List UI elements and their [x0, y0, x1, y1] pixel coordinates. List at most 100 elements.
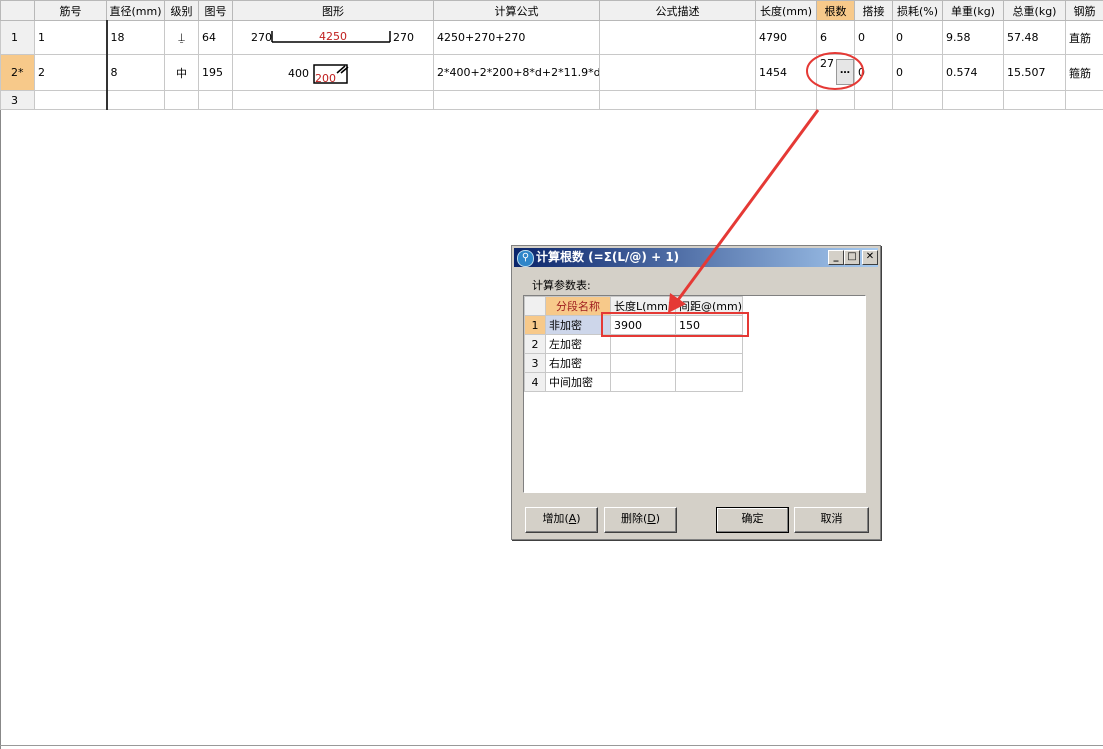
- params-row[interactable]: 2 左加密: [524, 334, 744, 354]
- segment-name[interactable]: 右加密: [545, 353, 611, 373]
- segment-length[interactable]: [610, 334, 676, 354]
- close-button[interactable]: ✕: [862, 250, 878, 265]
- dialog-title-bar[interactable]: ⚲ 计算根数 (=Σ(L/@) + 1) _ □ ✕: [514, 248, 878, 267]
- segment-length[interactable]: [610, 353, 676, 373]
- ok-button[interactable]: 确定: [716, 507, 789, 533]
- table-row[interactable]: 1 1 18 ⍊ 64 270 4250 270 4250+270+270 47…: [0, 20, 1103, 55]
- add-button-key: A: [568, 512, 577, 525]
- header-loss[interactable]: 损耗(%): [892, 0, 943, 21]
- cell-loss[interactable]: 0: [892, 54, 943, 91]
- params-row[interactable]: 4 中间加密: [524, 372, 744, 392]
- cell-type[interactable]: 箍筋: [1065, 54, 1103, 91]
- segment-spacing[interactable]: 150: [674, 315, 744, 335]
- cell-total-weight[interactable]: 15.507: [1003, 54, 1066, 91]
- cell-type[interactable]: [1065, 90, 1103, 110]
- ellipsis-button[interactable]: …: [836, 59, 854, 85]
- params-row-number[interactable]: 4: [524, 372, 546, 392]
- cell-length[interactable]: [755, 90, 817, 110]
- cell-fig-no[interactable]: [198, 90, 233, 110]
- segment-length[interactable]: 3900: [610, 315, 676, 335]
- table-row[interactable]: 2* 2 8 中 195 400 200 2*400+2*200+8*d+2*1…: [0, 54, 1103, 91]
- cell-diameter[interactable]: [105, 90, 165, 110]
- row-number[interactable]: 3: [0, 90, 35, 110]
- cell-grade[interactable]: 中: [164, 54, 199, 91]
- cell-desc[interactable]: [599, 20, 756, 55]
- params-row[interactable]: 3 右加密: [524, 353, 744, 373]
- header-shape[interactable]: 图形: [232, 0, 434, 21]
- cell-shape[interactable]: 270 4250 270: [232, 20, 434, 55]
- header-length[interactable]: 长度(mm): [755, 0, 817, 21]
- cell-count-editing[interactable]: 27 …: [816, 54, 855, 91]
- header-total-weight[interactable]: 总重(kg): [1003, 0, 1066, 21]
- app-icon: ⚲: [517, 250, 534, 267]
- cell-count[interactable]: 6: [816, 20, 855, 55]
- params-row-number[interactable]: 2: [524, 334, 546, 354]
- cell-formula[interactable]: 4250+270+270: [433, 20, 600, 55]
- header-fig-no[interactable]: 图号: [198, 0, 233, 21]
- cell-total-weight[interactable]: 57.48: [1003, 20, 1066, 55]
- cell-formula[interactable]: 2*400+2*200+8*d+2*11.9*d: [433, 54, 600, 91]
- header-grade[interactable]: 级别: [164, 0, 199, 21]
- cell-shape[interactable]: [232, 90, 434, 110]
- header-desc[interactable]: 公式描述: [599, 0, 756, 21]
- cell-grade[interactable]: [164, 90, 199, 110]
- header-diameter[interactable]: 直径(mm): [106, 0, 165, 21]
- cell-unit-weight[interactable]: [942, 90, 1004, 110]
- count-value[interactable]: 27: [820, 57, 834, 70]
- add-button-label: 增加: [542, 512, 565, 525]
- segment-name[interactable]: 中间加密: [545, 372, 611, 392]
- delete-button[interactable]: 删除(D): [604, 507, 677, 533]
- segment-name[interactable]: 非加密: [545, 315, 611, 335]
- params-row-number[interactable]: 3: [524, 353, 546, 373]
- header-formula[interactable]: 计算公式: [433, 0, 600, 21]
- cell-unit-weight[interactable]: 9.58: [942, 20, 1004, 55]
- params-row-number[interactable]: 1: [524, 315, 546, 335]
- cell-desc[interactable]: [599, 90, 756, 110]
- cell-desc[interactable]: [599, 54, 756, 91]
- cell-lap[interactable]: 0: [854, 20, 893, 55]
- cell-lap[interactable]: [854, 90, 893, 110]
- cell-shape[interactable]: 400 200: [232, 54, 434, 91]
- cell-diameter[interactable]: 18: [105, 20, 165, 55]
- cell-total-weight[interactable]: [1003, 90, 1066, 110]
- cell-fig-no[interactable]: 195: [198, 54, 233, 91]
- segment-spacing[interactable]: [674, 334, 744, 354]
- segment-spacing[interactable]: [674, 372, 744, 392]
- header-bar-no[interactable]: 筋号: [34, 0, 107, 21]
- header-type[interactable]: 钢筋: [1065, 0, 1103, 21]
- cell-fig-no[interactable]: 64: [198, 20, 233, 55]
- cell-lap[interactable]: 0: [854, 54, 893, 91]
- header-spacing[interactable]: 间距@(mm): [674, 296, 744, 316]
- add-button[interactable]: 增加(A): [525, 507, 598, 533]
- maximize-button[interactable]: □: [844, 250, 860, 265]
- header-unit-weight[interactable]: 单重(kg): [942, 0, 1004, 21]
- params-header-corner[interactable]: [524, 296, 546, 316]
- cell-diameter[interactable]: 8: [105, 54, 165, 91]
- cell-bar-no[interactable]: 2: [34, 54, 107, 91]
- cell-bar-no[interactable]: [34, 90, 107, 110]
- row-number[interactable]: 2*: [0, 54, 35, 91]
- header-length-l[interactable]: 长度L(mm): [610, 296, 676, 316]
- cell-loss[interactable]: [892, 90, 943, 110]
- cell-type[interactable]: 直筋: [1065, 20, 1103, 55]
- cell-length[interactable]: 4790: [755, 20, 817, 55]
- segment-length[interactable]: [610, 372, 676, 392]
- header-lap[interactable]: 搭接: [854, 0, 893, 21]
- table-row[interactable]: 3: [0, 90, 1103, 110]
- header-segment-name[interactable]: 分段名称: [545, 296, 611, 316]
- cell-loss[interactable]: 0: [892, 20, 943, 55]
- cell-grade[interactable]: ⍊: [164, 20, 199, 55]
- minimize-button[interactable]: _: [828, 250, 844, 265]
- cell-bar-no[interactable]: 1: [34, 20, 107, 55]
- params-row[interactable]: 1 非加密 3900 150: [524, 315, 744, 335]
- header-count[interactable]: 根数: [816, 0, 855, 21]
- cell-formula[interactable]: [433, 90, 600, 110]
- cell-count[interactable]: [816, 90, 855, 110]
- segment-name[interactable]: 左加密: [545, 334, 611, 354]
- cell-length[interactable]: 1454: [755, 54, 817, 91]
- row-number[interactable]: 1: [0, 20, 35, 55]
- segment-spacing[interactable]: [674, 353, 744, 373]
- cancel-button[interactable]: 取消: [794, 507, 869, 533]
- cell-unit-weight[interactable]: 0.574: [942, 54, 1004, 91]
- header-corner[interactable]: [0, 0, 35, 21]
